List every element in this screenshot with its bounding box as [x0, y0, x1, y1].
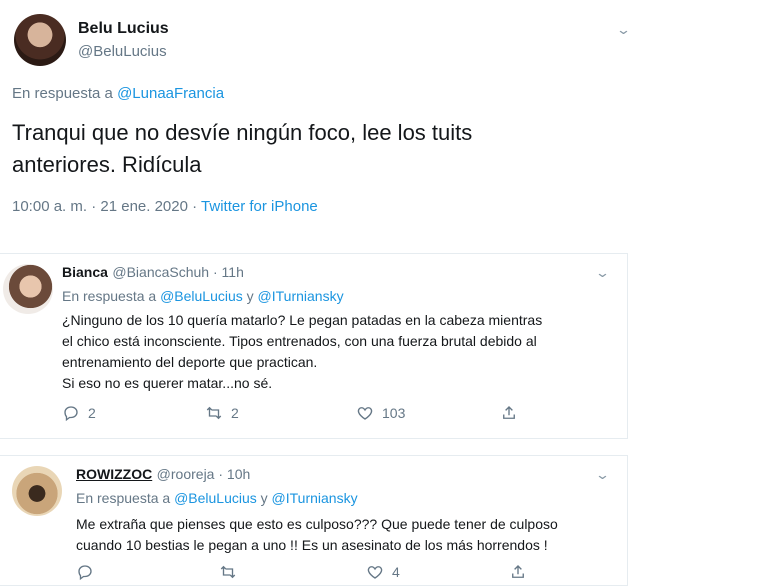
avatar[interactable] [12, 466, 62, 516]
author-name[interactable]: Belu Lucius [78, 20, 169, 38]
author-handle-time[interactable]: @BiancaSchuh · 11h [112, 264, 243, 280]
tweet-text: Me extraña que pienses que esto es culpo… [76, 514, 558, 556]
avatar[interactable] [3, 264, 53, 314]
chevron-down-icon[interactable]: ⌄ [595, 265, 610, 281]
chevron-down-icon[interactable]: ⌄ [616, 22, 631, 38]
share-button[interactable] [509, 563, 527, 581]
reply-prefix: En respuesta a [62, 288, 161, 304]
reply-prefix: En respuesta a [76, 490, 175, 506]
share-button[interactable] [500, 404, 518, 422]
reply-context: En respuesta a @BeluLucius y @ITurniansk… [62, 288, 344, 304]
tweet-header: ROWIZZOC @rooreja · 10h [76, 466, 250, 484]
retweet-icon [220, 565, 236, 579]
author-name[interactable]: Bianca [62, 264, 108, 280]
tweet-text-line: cuando 10 bestias le pegan a uno !! Es u… [76, 537, 548, 553]
tweet-text-line: Si eso no es querer matar...no sé. [62, 375, 273, 391]
reply-and: y [242, 288, 258, 304]
reply-tweet[interactable]: ROWIZZOC @rooreja · 10h ⌄ En respuesta a… [0, 455, 628, 586]
tweet-header: Bianca @BiancaSchuh · 11h [62, 264, 244, 282]
like-count: 4 [392, 564, 400, 580]
tweet-text-line: entrenamiento del deporte que practican. [62, 354, 318, 370]
like-button[interactable]: 4 [366, 563, 400, 581]
author-handle[interactable]: @BeluLucius [78, 43, 167, 60]
tweet-text-line: ¿Ninguno de los 10 quería matarlo? Le pe… [62, 312, 543, 328]
retweet-button[interactable] [219, 563, 245, 581]
reply-prefix: En respuesta a [12, 85, 118, 102]
tweet-text: Tranqui que no desvíe ningún foco, lee l… [12, 120, 473, 177]
reply-icon [64, 406, 78, 422]
tweet-text: ¿Ninguno de los 10 quería matarlo? Le pe… [62, 310, 542, 394]
like-count: 103 [382, 405, 406, 421]
tweet-text-line: Me extraña que pienses que esto es culpo… [76, 516, 558, 532]
share-icon [512, 565, 524, 578]
reply-mention[interactable]: @BeluLucius [160, 288, 243, 304]
share-icon [503, 406, 515, 419]
reply-button[interactable]: 2 [62, 404, 96, 422]
reply-mention[interactable]: @BeluLucius [174, 490, 257, 506]
reply-button[interactable] [76, 563, 102, 581]
reply-context: En respuesta a @LunaaFrancia [12, 85, 224, 102]
chevron-down-icon[interactable]: ⌄ [595, 467, 610, 483]
tweet-text-line: el chico está inconsciente. Tipos entren… [62, 333, 537, 349]
reply-count: 2 [88, 405, 96, 421]
retweet-icon [206, 406, 222, 420]
reply-mention[interactable]: @LunaaFrancia [117, 85, 224, 102]
reply-tweet[interactable]: Bianca @BiancaSchuh · 11h ⌄ En respuesta… [0, 253, 628, 439]
avatar[interactable] [14, 14, 66, 66]
author-name[interactable]: ROWIZZOC [76, 466, 152, 482]
tweet-meta: 10:00 a. m. · 21 ene. 2020 · Twitter for… [12, 198, 318, 215]
retweet-button[interactable]: 2 [205, 404, 239, 422]
like-button[interactable]: 103 [356, 404, 405, 422]
author-handle-time[interactable]: @rooreja · 10h [157, 466, 251, 482]
reply-icon [78, 565, 92, 581]
reply-mention[interactable]: @ITurniansky [272, 490, 358, 506]
reply-mention[interactable]: @ITurniansky [258, 288, 344, 304]
reply-and: y [256, 490, 272, 506]
tweet-source[interactable]: Twitter for iPhone [201, 198, 318, 215]
reply-context: En respuesta a @BeluLucius y @ITurniansk… [76, 490, 358, 506]
tweet-timestamp[interactable]: 10:00 a. m. · 21 ene. 2020 · [12, 198, 201, 215]
like-icon [367, 566, 383, 579]
retweet-count: 2 [231, 405, 239, 421]
like-icon [357, 407, 373, 420]
